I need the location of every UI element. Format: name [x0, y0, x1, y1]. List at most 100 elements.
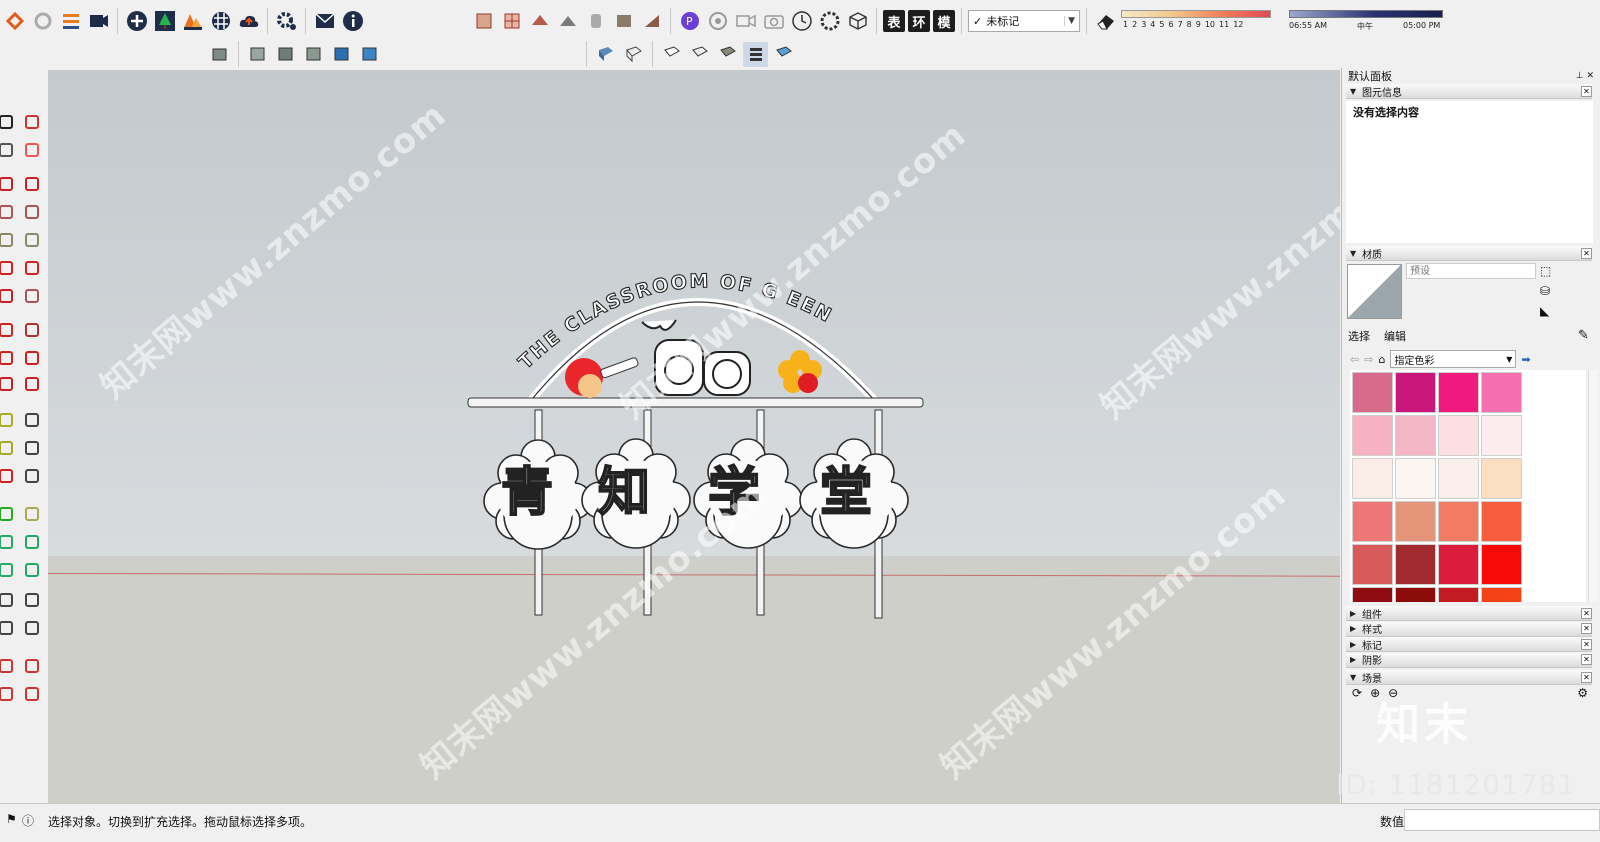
section-plane-icon[interactable] — [22, 618, 42, 638]
cloud-upload-icon[interactable] — [236, 9, 261, 34]
close-icon[interactable]: ✕ — [1581, 607, 1592, 619]
material-swatch[interactable] — [1438, 544, 1479, 585]
look-around-icon[interactable] — [22, 590, 42, 610]
materials-header[interactable]: ▼ 材质 ✕ — [1346, 246, 1592, 261]
rectangle-icon[interactable] — [0, 202, 16, 222]
zoom-window-icon[interactable] — [22, 532, 42, 552]
scene-options-icon[interactable]: ⚙ — [1577, 686, 1588, 700]
time-slider[interactable] — [1289, 10, 1443, 18]
model-viewport[interactable]: THE CLASSROOM OF G EEN 青 知 学 堂 知末网www.zn… — [48, 70, 1340, 803]
video-camera-icon[interactable] — [86, 9, 111, 34]
collapsed-section-header[interactable]: ▶ 组件 ✕ — [1346, 606, 1592, 621]
close-icon[interactable]: ✕ — [1581, 85, 1592, 97]
freehand-icon[interactable] — [22, 174, 42, 194]
material-swatch[interactable] — [1481, 415, 1522, 456]
material-swatch[interactable] — [1481, 458, 1522, 499]
paint-bucket-icon[interactable] — [0, 140, 16, 160]
polygon-icon[interactable] — [22, 230, 42, 250]
cube-icon[interactable] — [845, 9, 870, 34]
sandbox-tool-icon[interactable] — [0, 656, 16, 676]
mail-icon[interactable] — [312, 9, 337, 34]
tape-measure-icon[interactable] — [0, 410, 16, 430]
material-swatch[interactable] — [1438, 458, 1479, 499]
close-icon[interactable]: ✕ — [1581, 638, 1592, 650]
eraser-icon[interactable] — [22, 140, 42, 160]
walk-icon[interactable] — [0, 618, 16, 638]
drape-icon[interactable] — [583, 9, 608, 34]
eyedropper-icon[interactable]: ✎ — [1578, 328, 1589, 343]
material-swatch[interactable] — [1352, 544, 1393, 585]
measurements-field[interactable] — [1404, 809, 1600, 831]
previous-view-icon[interactable] — [22, 560, 42, 580]
3d-text-icon[interactable] — [22, 466, 42, 486]
material-swatch[interactable] — [1352, 458, 1393, 499]
gear-icon[interactable] — [274, 9, 299, 34]
smoove-icon[interactable] — [527, 9, 552, 34]
rotated-rect-icon[interactable] — [22, 202, 42, 222]
layers-menu-icon[interactable] — [58, 9, 83, 34]
back-view-icon[interactable] — [329, 42, 354, 67]
warehouse-tool-2-icon[interactable] — [22, 684, 42, 704]
arc-icon[interactable] — [0, 258, 16, 278]
select-arrow-icon[interactable] — [0, 112, 16, 132]
position-camera-icon[interactable] — [0, 590, 16, 610]
home-icon[interactable]: ⌂ — [1378, 353, 1385, 366]
material-swatch[interactable] — [1481, 544, 1522, 585]
textured-style-icon[interactable] — [715, 42, 740, 67]
material-name-field[interactable] — [1406, 263, 1536, 279]
tab-select[interactable]: 选择 — [1348, 328, 1370, 344]
stamp-icon[interactable] — [555, 9, 580, 34]
tree-icon[interactable] — [152, 9, 177, 34]
close-icon[interactable]: ✕ — [1581, 654, 1592, 665]
collapsed-section-header[interactable]: ▶ 标记 ✕ — [1346, 637, 1592, 652]
settings-cog-icon[interactable] — [817, 9, 842, 34]
add-detail-icon[interactable] — [611, 9, 636, 34]
circle-icon[interactable] — [0, 230, 16, 250]
dimension-icon[interactable] — [22, 410, 42, 430]
two-point-arc-icon[interactable] — [22, 258, 42, 278]
pan-hand-icon[interactable] — [22, 504, 42, 524]
tag-select[interactable]: ✓ 未标记 ▼ — [968, 10, 1080, 32]
three-point-arc-icon[interactable] — [22, 286, 42, 306]
text-button-biao[interactable]: 表 — [883, 10, 905, 32]
pin-close-icons[interactable]: ⊥ ✕ — [1576, 71, 1594, 81]
material-swatch[interactable] — [1352, 501, 1393, 542]
sign-model[interactable]: THE CLASSROOM OF G EEN 青 知 学 堂 — [48, 70, 1340, 803]
axes-icon[interactable] — [0, 466, 16, 486]
material-preview[interactable] — [1347, 264, 1402, 319]
left-view-icon[interactable] — [357, 42, 382, 67]
back-arrow-icon[interactable]: ⇦ — [1350, 353, 1359, 366]
flip-edge-icon[interactable] — [639, 9, 664, 34]
material-swatch[interactable] — [1395, 415, 1436, 456]
close-icon[interactable]: ✕ — [1581, 623, 1592, 634]
material-swatch[interactable] — [1438, 587, 1479, 602]
text-tool-icon[interactable] — [22, 438, 42, 458]
entity-info-header[interactable]: ▼ 图元信息 ✕ — [1346, 84, 1592, 99]
right-view-icon[interactable] — [301, 42, 326, 67]
monochrome-style-icon[interactable] — [743, 41, 768, 67]
details-arrow-icon[interactable]: ➡ — [1521, 353, 1530, 366]
front-view-icon[interactable] — [273, 42, 298, 67]
collapsed-section-header[interactable]: ▶ 样式 ✕ — [1346, 621, 1592, 637]
material-swatch[interactable] — [1352, 587, 1393, 602]
swatch-scrollbar[interactable] — [1588, 370, 1598, 602]
sample-paint-icon[interactable]: ◣ — [1540, 304, 1549, 318]
checker-sphere-icon[interactable] — [208, 9, 233, 34]
shaded-style-icon[interactable] — [687, 42, 712, 67]
material-swatch[interactable] — [1352, 372, 1393, 413]
line-pencil-icon[interactable] — [0, 174, 16, 194]
target-icon[interactable] — [705, 9, 730, 34]
zoom-extents-icon[interactable] — [0, 560, 16, 580]
warehouse-tool-icon[interactable] — [0, 684, 16, 704]
camera-icon[interactable] — [761, 9, 786, 34]
material-swatch[interactable] — [1481, 587, 1522, 602]
month-slider[interactable] — [1121, 10, 1271, 18]
add-circle-icon[interactable] — [124, 9, 149, 34]
record-video-icon[interactable] — [733, 9, 758, 34]
material-swatch[interactable] — [1395, 501, 1436, 542]
paint-bucket-icon[interactable]: ⛁ — [1540, 284, 1550, 298]
collection-select[interactable]: 指定色彩 ▼ — [1390, 350, 1517, 368]
clock-icon[interactable] — [789, 9, 814, 34]
close-icon[interactable]: ✕ — [1581, 671, 1592, 683]
plugin-p-icon[interactable]: P — [677, 9, 702, 34]
